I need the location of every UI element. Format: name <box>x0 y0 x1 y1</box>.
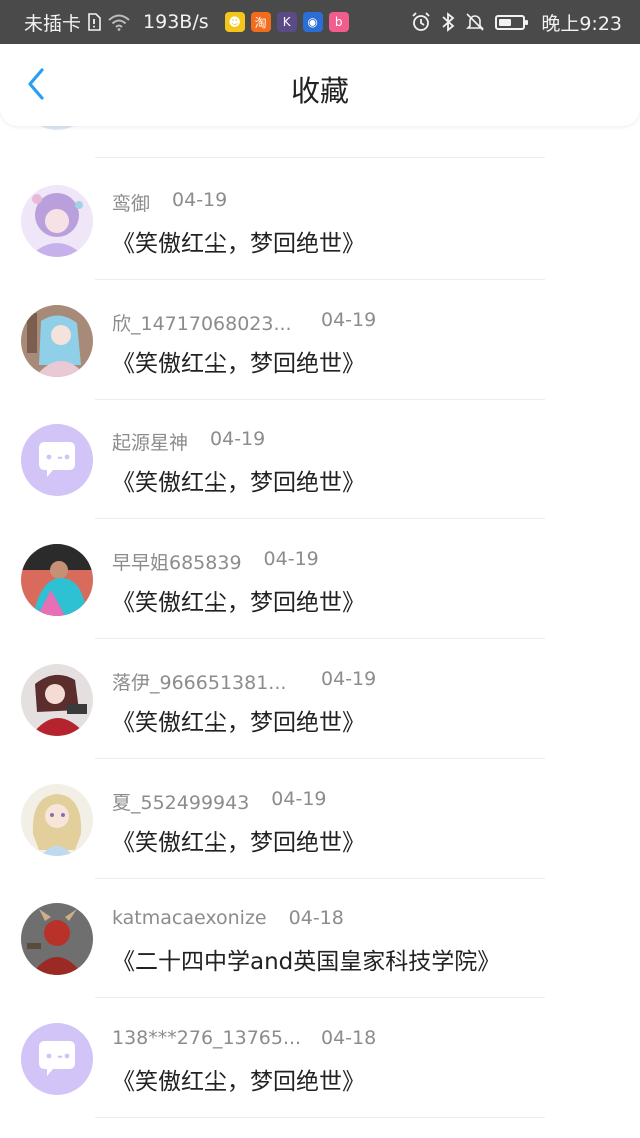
list-item[interactable]: 落伊_966651381... 04-19 《笑傲红尘，梦回绝世》 <box>0 640 640 760</box>
bilibili-icon: b <box>328 12 349 32</box>
username[interactable]: 落伊_966651381... <box>112 668 286 695</box>
taobao-icon: 淘 <box>250 12 271 32</box>
qq-browser-icon: ☻ <box>224 12 245 32</box>
item-meta: 起源星神 04-19 <box>112 428 265 455</box>
post-title[interactable]: 《笑傲红尘，梦回绝世》 <box>112 463 365 497</box>
post-date: 04-19 <box>271 787 327 810</box>
username[interactable]: 起源星神 <box>112 428 188 455</box>
row-divider <box>95 157 545 158</box>
avatar[interactable] <box>21 1022 93 1095</box>
item-meta: 夏_552499943 04-19 <box>112 788 327 815</box>
post-title[interactable]: 《笑傲红尘，梦回绝世》 <box>112 583 365 617</box>
list-item[interactable]: 夏_552499943 04-19 《笑傲红尘，梦回绝世》 <box>0 760 640 880</box>
row-divider <box>95 1116 545 1118</box>
item-meta: 鸾御 04-19 <box>112 189 227 216</box>
post-title[interactable]: 《笑傲红尘，梦回绝世》 <box>112 1062 365 1096</box>
username[interactable]: 早早姐685839 <box>112 548 242 575</box>
post-date: 04-19 <box>172 189 228 211</box>
username[interactable]: 欣_14717068023... <box>112 309 292 336</box>
status-bar-right: 晚上9:23 <box>411 0 622 44</box>
k-app-icon: K <box>276 12 297 32</box>
favorites-list: 鸾御 04-19 《笑傲红尘，梦回绝世》 欣_14717068023... 04-19 《… <box>0 126 640 1138</box>
page-title: 收藏 <box>290 74 349 108</box>
avatar[interactable] <box>21 185 93 257</box>
wifi-icon <box>107 13 131 31</box>
battery-level <box>499 18 512 26</box>
avatar[interactable] <box>21 126 93 130</box>
post-title[interactable]: 《笑傲红尘，梦回绝世》 <box>112 703 365 737</box>
net-speed-text: 193B/s <box>143 11 209 33</box>
post-date: 04-19 <box>210 428 266 451</box>
avatar[interactable] <box>21 304 93 377</box>
post-title[interactable]: 《笑傲红尘，梦回绝世》 <box>112 344 365 378</box>
post-title[interactable]: 《笑傲红尘，梦回绝世》 <box>112 224 365 258</box>
item-meta: 早早姐685839 04-19 <box>112 548 319 575</box>
no-sim-icon <box>87 13 101 31</box>
avatar[interactable] <box>21 663 93 736</box>
item-meta: 138***276_13765... 04-18 <box>112 1027 376 1049</box>
post-title[interactable]: 《二十四中学and英国皇家科技学院》 <box>112 942 500 976</box>
list-item[interactable]: 起源星神 04-19 《笑傲红尘，梦回绝世》 <box>0 400 640 520</box>
post-date: 04-19 <box>263 548 319 571</box>
username[interactable]: 138***276_13765... <box>112 1027 301 1049</box>
post-title[interactable]: 《笑傲红尘，梦回绝世》 <box>112 823 365 857</box>
alarm-icon <box>411 12 431 32</box>
item-meta: 欣_14717068023... 04-19 <box>112 309 376 336</box>
post-date: 04-18 <box>321 1026 377 1049</box>
avatar[interactable] <box>21 424 93 497</box>
mute-bell-icon <box>465 12 485 32</box>
list-item[interactable]: 欣_14717068023... 04-19 《笑傲红尘，梦回绝世》 <box>0 281 640 401</box>
username[interactable]: katmacaexonize <box>112 907 267 929</box>
item-meta: 落伊_966651381... 04-19 <box>112 668 376 695</box>
post-date: 04-19 <box>321 308 377 331</box>
post-date: 04-19 <box>321 667 377 690</box>
avatar[interactable] <box>21 783 93 856</box>
avatar[interactable] <box>21 903 93 976</box>
nav-header: 收藏 <box>0 44 640 126</box>
battery-icon <box>495 14 529 30</box>
username[interactable]: 夏_552499943 <box>112 788 249 815</box>
item-meta: katmacaexonize 04-18 <box>112 907 344 929</box>
bluetooth-icon <box>441 12 455 32</box>
notification-app-icons: ☻ 淘 K ◉ b <box>224 12 349 32</box>
username[interactable]: 鸾御 <box>112 189 150 216</box>
list-item[interactable]: 鸾御 04-19 《笑傲红尘，梦回绝世》 <box>0 161 640 281</box>
bulb-app-icon: ◉ <box>302 12 323 32</box>
list-item[interactable]: 早早姐685839 04-19 《笑傲红尘，梦回绝世》 <box>0 520 640 640</box>
list-item[interactable]: 138***276_13765... 04-18 《笑傲红尘，梦回绝世》 <box>0 999 640 1119</box>
status-bar-left: 未插卡 193B/s ☻ 淘 K ◉ b <box>24 0 349 44</box>
post-date: 04-18 <box>288 907 344 930</box>
list-item[interactable]: katmacaexonize 04-18 《二十四中学and英国皇家科技学院》 <box>0 879 640 999</box>
status-bar: 未插卡 193B/s ☻ 淘 K ◉ b 晚上9:23 <box>0 0 640 44</box>
avatar[interactable] <box>21 544 93 617</box>
clock-text: 晚上9:23 <box>541 12 622 35</box>
carrier-text: 未插卡 <box>24 12 82 35</box>
